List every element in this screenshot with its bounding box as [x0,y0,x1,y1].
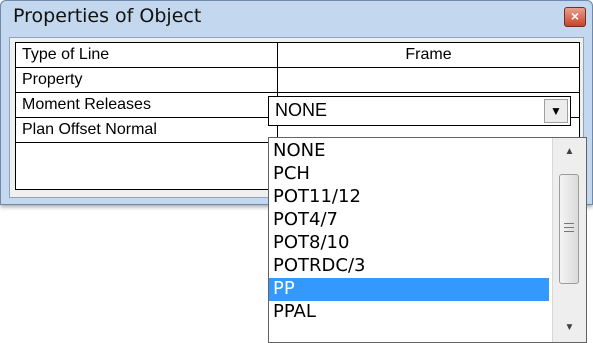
dropdown-scrollbar[interactable]: ▲ ▼ [552,138,586,342]
dropdown-option-pot11-12[interactable]: POT11/12 [269,186,549,209]
close-icon: × [570,8,580,24]
title-bar[interactable]: Properties of Object × [1,1,592,37]
dropdown-option-pch[interactable]: PCH [269,163,549,186]
grid-value-property[interactable] [278,68,579,92]
scroll-down-icon: ▼ [564,322,575,333]
scroll-up-icon: ▲ [564,146,575,157]
dropdown-option-none[interactable]: NONE [269,140,549,163]
grip-line [564,231,574,232]
dropdown-option-potrdc-3[interactable]: POTRDC/3 [269,255,549,278]
grid-label-moment-releases: Moment Releases [16,93,278,117]
grid-row-property: Property [16,68,579,93]
scroll-up-button[interactable]: ▲ [553,138,586,166]
combobox-dropdown-button[interactable]: ▼ [544,99,568,123]
dialog-title: Properties of Object [13,5,202,27]
scroll-down-button[interactable]: ▼ [553,314,586,342]
dropdown-option-pp[interactable]: PP [269,278,549,301]
grid-value-type-of-line[interactable]: Frame [278,43,579,67]
property-dropdown-list[interactable]: NONE PCH POT11/12 POT4/7 POT8/10 POTRDC/… [268,137,587,343]
scrollbar-thumb[interactable] [559,174,579,284]
dropdown-option-pot8-10[interactable]: POT8/10 [269,232,549,255]
property-combobox-value: NONE [275,100,328,120]
chevron-down-icon: ▼ [550,104,562,118]
grid-row-type-of-line: Type of Line Frame [16,43,579,68]
grid-label-type-of-line: Type of Line [16,43,278,67]
close-button[interactable]: × [564,7,586,27]
dropdown-option-pot4-7[interactable]: POT4/7 [269,209,549,232]
dropdown-option-ppal[interactable]: PPAL [269,301,549,324]
grid-label-property: Property [16,68,278,92]
grip-line [564,227,574,228]
property-combobox[interactable]: NONE ▼ [268,96,571,126]
grid-label-plan-offset-normal: Plan Offset Normal [16,118,278,142]
grip-line [564,223,574,224]
